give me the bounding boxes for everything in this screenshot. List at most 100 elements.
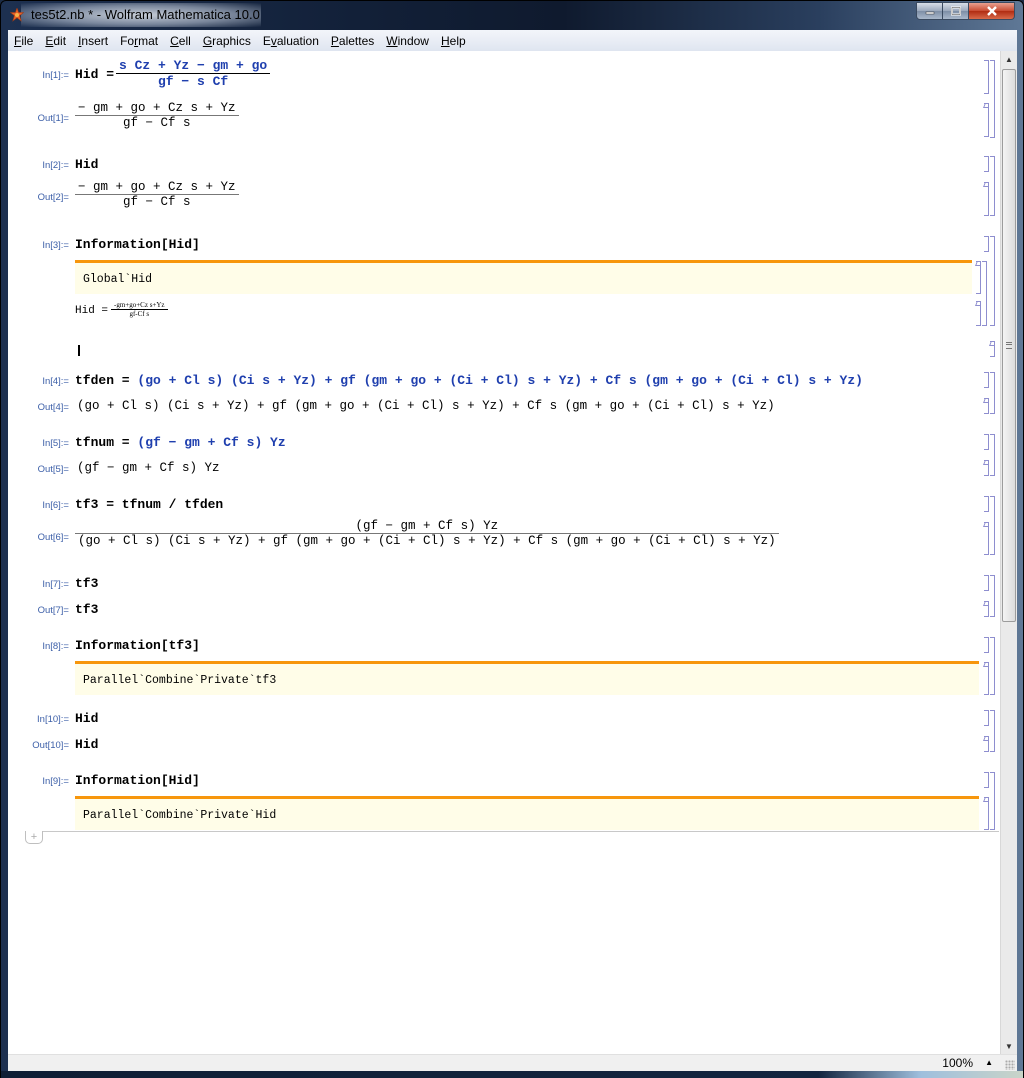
menu-evaluation[interactable]: Evaluation: [257, 34, 325, 48]
mathematica-window: tes5t2.nb * - Wolfram Mathematica 10.0 F…: [0, 0, 1024, 1078]
input-expression[interactable]: Information[Hid]: [75, 237, 200, 252]
group-bracket[interactable]: [990, 496, 995, 555]
cell-bracket[interactable]: [984, 710, 989, 726]
output-fraction: − gm + go + Cz s + Yz gf − Cf s: [75, 180, 239, 209]
group-bracket[interactable]: [990, 434, 995, 476]
scroll-down-button[interactable]: ▼: [1001, 1038, 1017, 1054]
group-bracket[interactable]: [990, 575, 995, 617]
cell-bracket[interactable]: [984, 772, 989, 788]
arrow-down-icon: ▼: [1005, 1041, 1013, 1051]
cell-bracket[interactable]: [984, 182, 989, 216]
window-controls: [916, 2, 1015, 21]
numerator: -gm+go+Cz s+Yz: [114, 301, 165, 309]
vertical-scrollbar[interactable]: ▲ ▼: [1000, 51, 1017, 1054]
minimize-button[interactable]: [916, 2, 943, 20]
window-title: tes5t2.nb * - Wolfram Mathematica 10.0: [31, 7, 260, 22]
menu-cell-rest: ell: [178, 33, 191, 48]
input-lhs[interactable]: Hid =: [75, 67, 114, 82]
denominator: gf-Cf s: [129, 310, 150, 318]
out-label: Out[5]=: [37, 464, 69, 475]
in-label: In[2]:=: [42, 160, 69, 171]
input-expression[interactable]: tf3 = tfnum / tfden: [75, 497, 223, 512]
input-expression[interactable]: tfden = (go + Cl s) (Ci s + Yz) + gf (gm…: [75, 373, 863, 388]
menu-edit[interactable]: Edit: [39, 34, 72, 48]
menu-help[interactable]: Help: [435, 34, 472, 48]
scroll-thumb[interactable]: [1002, 69, 1016, 622]
cell-bracket[interactable]: [984, 372, 989, 388]
maximize-button[interactable]: [943, 2, 969, 20]
print-cell-bracket[interactable]: [976, 261, 981, 294]
add-cell-button[interactable]: +: [25, 831, 43, 844]
cell-bracket[interactable]: [984, 575, 989, 591]
resize-grip[interactable]: [1005, 1060, 1015, 1070]
cell-bracket[interactable]: [984, 236, 989, 252]
zoom-menu-arrow-icon[interactable]: ▲: [985, 1058, 993, 1067]
group-bracket[interactable]: [990, 637, 995, 695]
cell-bracket[interactable]: [984, 736, 989, 752]
in-label: In[6]:=: [42, 500, 69, 511]
menu-window-rest: indow: [397, 33, 429, 48]
input-expression[interactable]: Information[Hid]: [75, 773, 200, 788]
out-label: Out[2]=: [37, 192, 69, 203]
numerator: s Cz + Yz − gm + go: [119, 58, 268, 73]
input-fraction[interactable]: s Cz + Yz − gm + go gf − s Cf: [116, 58, 271, 89]
group-bracket[interactable]: [990, 60, 995, 138]
group-bracket[interactable]: [990, 372, 995, 414]
menu-format[interactable]: Format: [114, 34, 164, 48]
maximize-icon: [950, 6, 961, 16]
close-button[interactable]: [969, 2, 1015, 20]
group-bracket[interactable]: [990, 236, 995, 326]
numerator: − gm + go + Cz s + Yz: [78, 101, 236, 115]
group-bracket[interactable]: [990, 772, 995, 830]
numerator: − gm + go + Cz s + Yz: [78, 180, 236, 194]
menu-help-accel: H: [440, 33, 450, 48]
cell-bracket[interactable]: [984, 496, 989, 512]
cell-bracket[interactable]: [984, 398, 989, 414]
input-expression[interactable]: Information[tf3]: [75, 638, 200, 653]
print-cell-bracket[interactable]: [984, 797, 989, 830]
output-expression: tf3: [75, 602, 99, 617]
cell-bracket[interactable]: [990, 341, 995, 357]
in-label: In[4]:=: [42, 376, 69, 387]
denominator: gf − Cf s: [123, 116, 191, 130]
menu-file[interactable]: File: [8, 34, 39, 48]
menu-window[interactable]: Window: [380, 34, 435, 48]
menu-cell[interactable]: Cell: [164, 34, 197, 48]
group-bracket[interactable]: [990, 710, 995, 752]
input-expression[interactable]: Hid: [75, 157, 98, 172]
text-cursor[interactable]: [78, 345, 80, 356]
menu-edit-rest: dit: [53, 33, 67, 48]
in-label: In[1]:=: [42, 70, 69, 81]
in-label: In[8]:=: [42, 641, 69, 652]
menu-graphics[interactable]: Graphics: [197, 34, 257, 48]
cell-bracket[interactable]: [984, 522, 989, 555]
out-label: Out[6]=: [37, 532, 69, 543]
cell-bracket[interactable]: [984, 601, 989, 617]
menu-palettes[interactable]: Palettes: [325, 34, 380, 48]
grip-icon: [1006, 342, 1012, 349]
minimize-icon: [925, 11, 934, 15]
title-bar[interactable]: tes5t2.nb * - Wolfram Mathematica 10.0: [1, 1, 1023, 29]
zoom-level[interactable]: 100%: [942, 1056, 973, 1070]
input-expression[interactable]: Hid: [75, 711, 98, 726]
cell-bracket[interactable]: [984, 156, 989, 172]
cell-bracket[interactable]: [984, 434, 989, 450]
print-cell-bracket[interactable]: [976, 301, 981, 326]
print-cell-bracket[interactable]: [984, 662, 989, 695]
cell-bracket[interactable]: [984, 460, 989, 476]
menu-graphics-rest: raphics: [212, 33, 251, 48]
cell-bracket[interactable]: [984, 103, 989, 137]
group-bracket[interactable]: [990, 156, 995, 216]
mathematica-spikey-icon[interactable]: [10, 8, 24, 22]
input-lhs: tfnum =: [75, 435, 130, 450]
notebook[interactable]: In[1]:= Hid = s Cz + Yz − gm + go gf − s…: [8, 51, 999, 1054]
print-group-bracket[interactable]: [982, 261, 987, 326]
cell-bracket[interactable]: [984, 60, 989, 94]
menu-insert[interactable]: Insert: [72, 34, 114, 48]
cell-bracket[interactable]: [984, 637, 989, 653]
menu-format-rest: mat: [138, 33, 159, 48]
scroll-up-button[interactable]: ▲: [1001, 51, 1017, 67]
input-expression[interactable]: tfnum = (gf − gm + Cf s) Yz: [75, 435, 286, 450]
output-expression: (go + Cl s) (Ci s + Yz) + gf (gm + go + …: [77, 399, 775, 413]
input-expression[interactable]: tf3: [75, 576, 98, 591]
